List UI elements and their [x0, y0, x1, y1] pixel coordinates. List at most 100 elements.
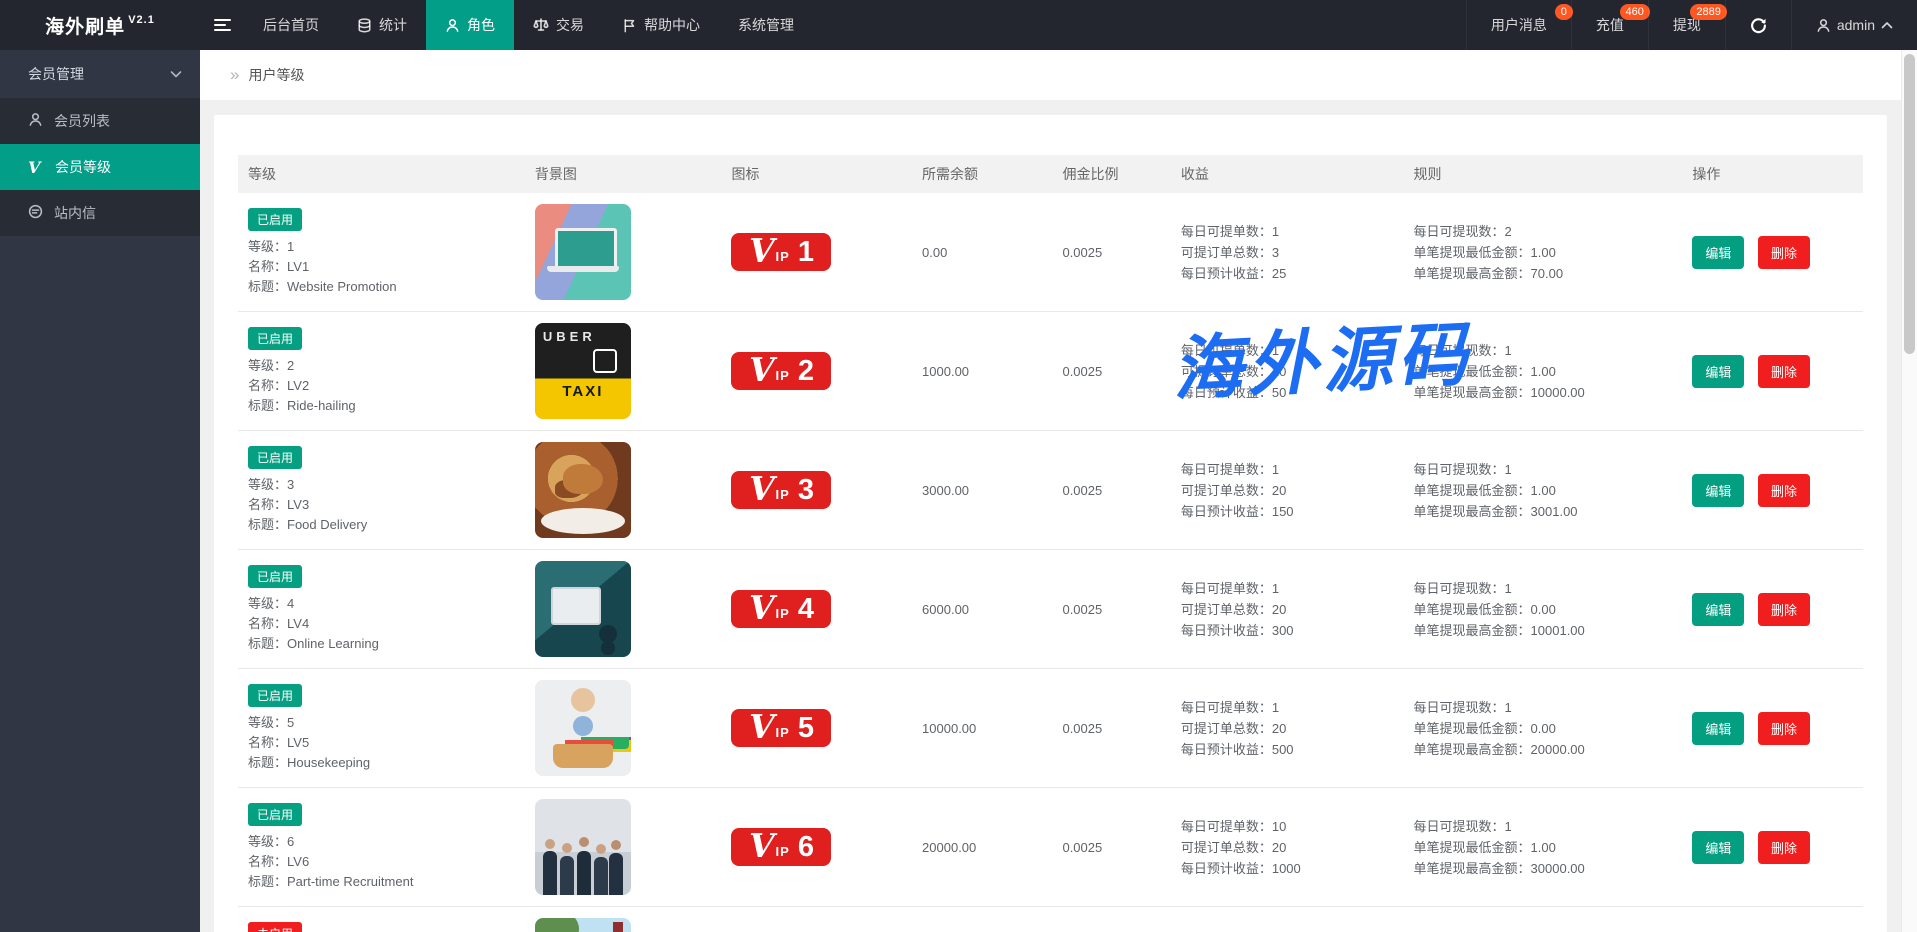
- chevron-up-icon: [1881, 21, 1893, 30]
- nav-item-dashboard[interactable]: 后台首页: [244, 0, 338, 50]
- sidebar-item-member-levels[interactable]: V 会员等级: [0, 144, 200, 190]
- nav-item-user-messages[interactable]: 用户消息 0: [1466, 0, 1571, 50]
- background-image: [535, 918, 631, 932]
- delete-button[interactable]: 删除: [1758, 236, 1810, 269]
- nav-item-statistics[interactable]: 统计: [338, 0, 426, 50]
- rules-cell: 每日可提现数：1 单笔提现最低金额：1.00 单笔提现最高金额：3001.00: [1404, 431, 1683, 550]
- delete-button[interactable]: 删除: [1758, 474, 1810, 507]
- nav-item-withdraw[interactable]: 提现 2889: [1648, 0, 1725, 50]
- name-line: 名称：LV3: [248, 495, 515, 515]
- rules-cell: 每日可提现数： 单笔提现最低金额： 单笔提现最高金额：: [1404, 907, 1683, 932]
- header-actions: 操作: [1682, 155, 1863, 193]
- background-image: [535, 680, 631, 776]
- commission-rate: 0.0025: [1052, 193, 1170, 312]
- rules-cell: 每日可提现数：2 单笔提现最低金额：1.00 单笔提现最高金额：70.00: [1404, 193, 1683, 312]
- name-line: 名称：LV1: [248, 257, 515, 277]
- nav-item-system[interactable]: 系统管理: [719, 0, 813, 50]
- income-cell: 每日可提单数：1 可提订单总数：20 每日预计收益：50: [1171, 312, 1404, 431]
- table-row: 未启用 等级： 名称： 标题： V IP 每日可提单数： 可提订单总数： 每日预…: [238, 907, 1863, 932]
- member-list-icon: [28, 112, 43, 130]
- breadcrumb-chevrons-icon: »: [230, 65, 239, 85]
- vip-badge: V IP 2: [731, 352, 831, 390]
- edit-button[interactable]: 编辑: [1692, 355, 1744, 388]
- vip-badge: V IP 3: [731, 471, 831, 509]
- hamburger-icon: [214, 16, 231, 34]
- vip-level-number: 6: [798, 833, 814, 862]
- required-balance: 3000.00: [912, 431, 1052, 550]
- income-cell: 每日可提单数：1 可提订单总数：20 每日预计收益：300: [1171, 550, 1404, 669]
- vip-level-number: 1: [798, 238, 814, 267]
- header-balance: 所需余额: [912, 155, 1052, 193]
- rules-cell: 每日可提现数：1 单笔提现最低金额：0.00 单笔提现最高金额：20000.00: [1404, 669, 1683, 788]
- main-content: » 用户等级 等级 背景图 图标 所需余额 佣金比例 收益 规则 操作: [200, 50, 1901, 932]
- table-row: 已启用 等级：4 名称：LV4 标题：Online Learning V IP …: [238, 550, 1863, 669]
- table-row: 已启用 等级：1 名称：LV1 标题：Website Promotion V I…: [238, 193, 1863, 312]
- status-badge: 已启用: [248, 684, 302, 707]
- refresh-button[interactable]: [1725, 0, 1791, 50]
- title-line: 标题：Part-time Recruitment: [248, 872, 515, 892]
- nav-item-help-center[interactable]: 帮助中心: [603, 0, 719, 50]
- vip-level-number: 5: [798, 714, 814, 743]
- breadcrumb: » 用户等级: [200, 50, 1901, 100]
- title-line: 标题：Food Delivery: [248, 515, 515, 535]
- scrollbar-thumb[interactable]: [1904, 54, 1915, 354]
- commission-rate: [1052, 907, 1170, 932]
- edit-button[interactable]: 编辑: [1692, 474, 1744, 507]
- delete-button[interactable]: 删除: [1758, 355, 1810, 388]
- top-navbar: 海外刷单 V2.1 后台首页 统计 角色 交易: [0, 0, 1917, 50]
- header-rules: 规则: [1404, 155, 1683, 193]
- user-avatar-icon: [1816, 18, 1831, 33]
- title-line: 标题：Ride-hailing: [248, 396, 515, 416]
- edit-button[interactable]: 编辑: [1692, 712, 1744, 745]
- levels-card: 等级 背景图 图标 所需余额 佣金比例 收益 规则 操作 已启用 等级：1 名称…: [214, 115, 1887, 932]
- header-commission: 佣金比例: [1052, 155, 1170, 193]
- delete-button[interactable]: 删除: [1758, 593, 1810, 626]
- income-cell: 每日可提单数：1 可提订单总数：20 每日预计收益：500: [1171, 669, 1404, 788]
- header-level: 等级: [238, 155, 525, 193]
- header-icon: 图标: [721, 155, 912, 193]
- vip-badge: V IP 1: [731, 233, 831, 271]
- sidebar-toggle-icon[interactable]: [200, 0, 244, 50]
- nav-item-recharge[interactable]: 充值 460: [1571, 0, 1648, 50]
- level-line: 等级：3: [248, 475, 515, 495]
- required-balance: 20000.00: [912, 788, 1052, 907]
- edit-button[interactable]: 编辑: [1692, 593, 1744, 626]
- nav-item-transactions[interactable]: 交易: [514, 0, 603, 50]
- level-line: 等级：2: [248, 356, 515, 376]
- delete-button[interactable]: 删除: [1758, 831, 1810, 864]
- edit-button[interactable]: 编辑: [1692, 236, 1744, 269]
- vip-level-number: 2: [798, 357, 814, 386]
- rules-cell: 每日可提现数：1 单笔提现最低金额：1.00 单笔提现最高金额：10000.00: [1404, 312, 1683, 431]
- commission-rate: 0.0025: [1052, 669, 1170, 788]
- flag-icon: [622, 18, 637, 33]
- commission-rate: 0.0025: [1052, 431, 1170, 550]
- main-nav: 后台首页 统计 角色 交易 帮助中心 系统管理: [200, 0, 813, 50]
- background-image: [535, 204, 631, 300]
- sidebar-item-member-list[interactable]: 会员列表: [0, 98, 200, 144]
- table-row: 已启用 等级：6 名称：LV6 标题：Part-time Recruitment…: [238, 788, 1863, 907]
- page-scrollbar[interactable]: [1901, 50, 1917, 932]
- required-balance: 0.00: [912, 193, 1052, 312]
- vip-badge: V IP 4: [731, 590, 831, 628]
- edit-button[interactable]: 编辑: [1692, 831, 1744, 864]
- required-balance: [912, 907, 1052, 932]
- nav-item-roles[interactable]: 角色: [426, 0, 514, 50]
- levels-table: 等级 背景图 图标 所需余额 佣金比例 收益 规则 操作 已启用 等级：1 名称…: [238, 155, 1863, 932]
- vip-level-number: 4: [798, 595, 814, 624]
- income-cell: 每日可提单数：1 可提订单总数：3 每日预计收益：25: [1171, 193, 1404, 312]
- title-line: 标题：Housekeeping: [248, 753, 515, 773]
- user-menu[interactable]: admin: [1791, 0, 1917, 50]
- table-row: 已启用 等级：2 名称：LV2 标题：Ride-hailing UBER TAX…: [238, 312, 1863, 431]
- commission-rate: 0.0025: [1052, 550, 1170, 669]
- delete-button[interactable]: 删除: [1758, 712, 1810, 745]
- income-cell: 每日可提单数：10 可提订单总数：20 每日预计收益：1000: [1171, 788, 1404, 907]
- vip-badge: V IP 6: [731, 828, 831, 866]
- sidebar: 会员管理 会员列表 V 会员等级 站内信: [0, 50, 200, 932]
- sidebar-item-site-mail[interactable]: 站内信: [0, 190, 200, 236]
- title-line: 标题：Online Learning: [248, 634, 515, 654]
- statistics-icon: [357, 18, 372, 33]
- level-line: 等级：4: [248, 594, 515, 614]
- sidebar-group-member-management[interactable]: 会员管理: [0, 50, 200, 98]
- name-line: 名称：LV6: [248, 852, 515, 872]
- image-text-top: UBER: [543, 329, 596, 344]
